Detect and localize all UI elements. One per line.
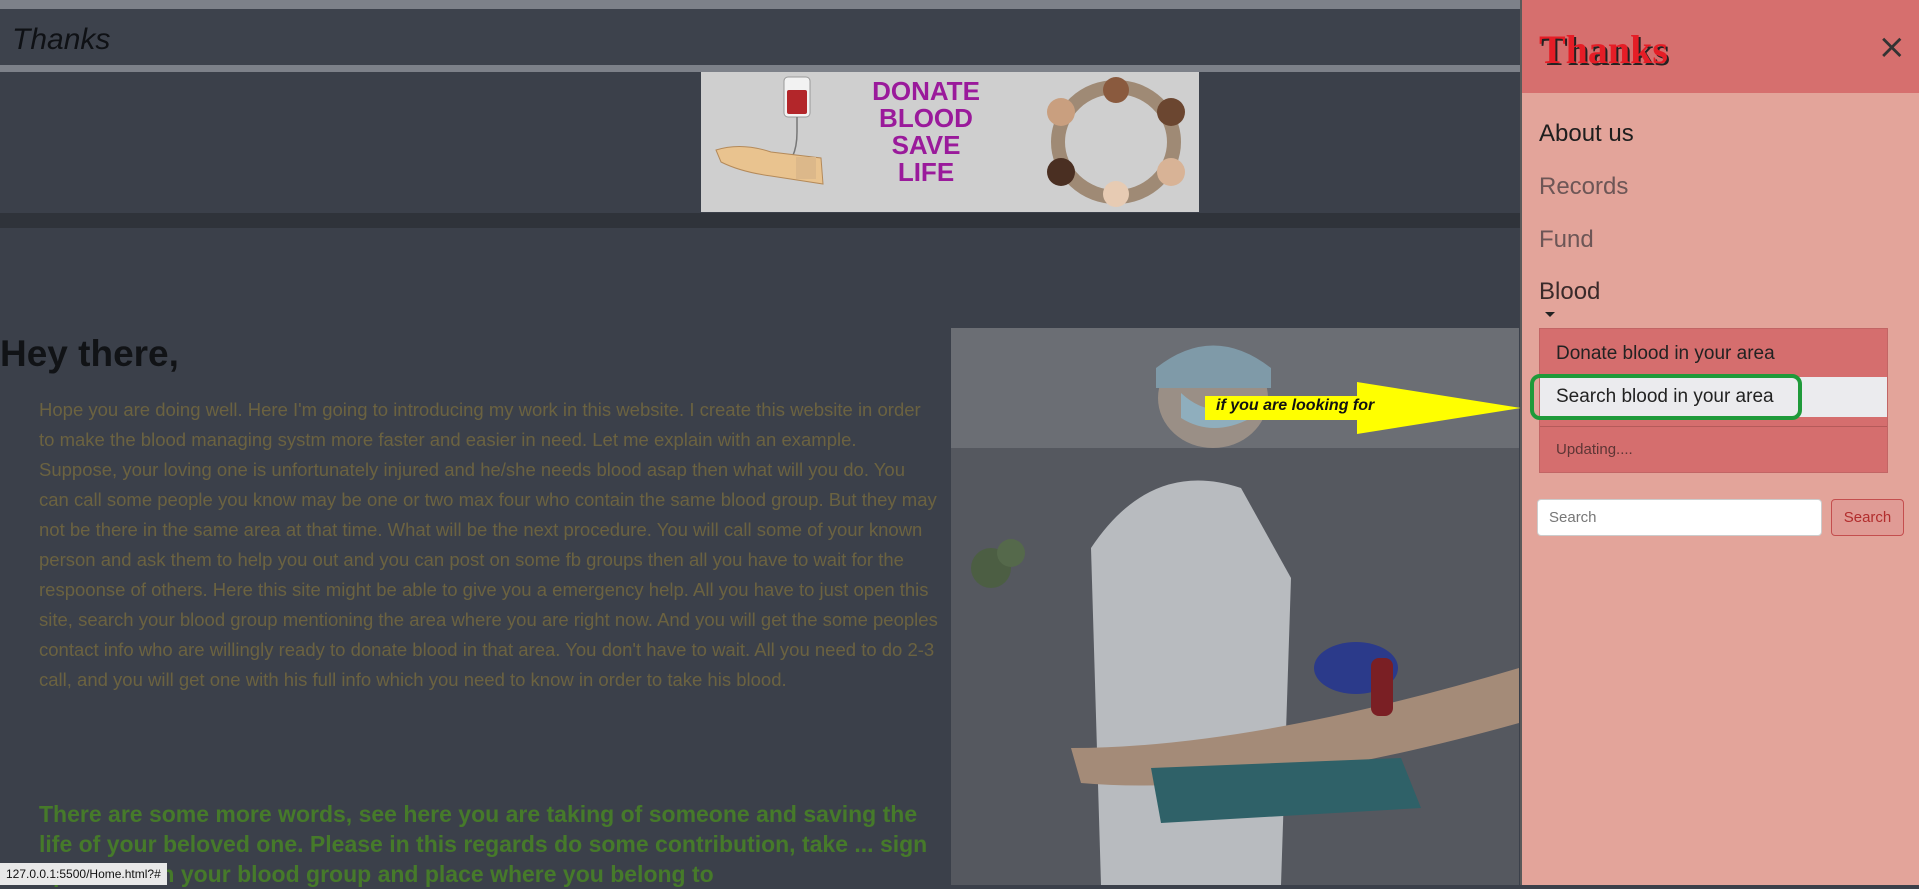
offcanvas-header: Thanks ×	[1522, 0, 1919, 93]
intro-paragraph: Hope you are doing well. Here I'm going …	[39, 399, 938, 690]
page-heading: Hey there,	[0, 333, 179, 374]
banner-line: SAVE	[891, 130, 961, 160]
search-button[interactable]: Search	[1831, 499, 1904, 536]
dropdown-item-donate[interactable]: Donate blood in your area	[1540, 334, 1887, 374]
banner-line: LIFE	[897, 157, 955, 187]
status-bar-url: 127.0.0.1:5500/Home.html?#	[0, 863, 167, 885]
close-icon[interactable]: ×	[1878, 30, 1907, 64]
nav-link-records[interactable]: Records	[1539, 173, 1628, 201]
banner-slogan: DONATE BLOOD SAVE LIFE	[861, 78, 991, 186]
navbar-brand[interactable]: Thanks	[12, 23, 110, 57]
annotation-text: if you are looking for	[1216, 397, 1375, 414]
banner-line: DONATE	[872, 76, 980, 106]
donate-blood-banner: DONATE BLOOD SAVE LIFE	[701, 72, 1199, 212]
nav-dropdown-blood[interactable]: Blood	[1539, 278, 1600, 306]
search-input[interactable]	[1537, 499, 1822, 536]
nav-link-fund[interactable]: Fund	[1539, 226, 1594, 254]
dropdown-item-updating[interactable]: Updating....	[1556, 441, 1633, 458]
banner-line: BLOOD	[879, 103, 973, 133]
highlight-paragraph: There are some more words, see here you …	[39, 801, 928, 887]
nav-link-about-us[interactable]: About us	[1539, 120, 1634, 148]
chevron-down-icon[interactable]	[1545, 312, 1555, 317]
offcanvas-title: Thanks	[1539, 27, 1668, 72]
dropdown-divider	[1540, 426, 1887, 427]
offcanvas-menu: Thanks × About us Records Fund Blood Don…	[1520, 0, 1919, 885]
highlight-ring	[1530, 374, 1802, 420]
